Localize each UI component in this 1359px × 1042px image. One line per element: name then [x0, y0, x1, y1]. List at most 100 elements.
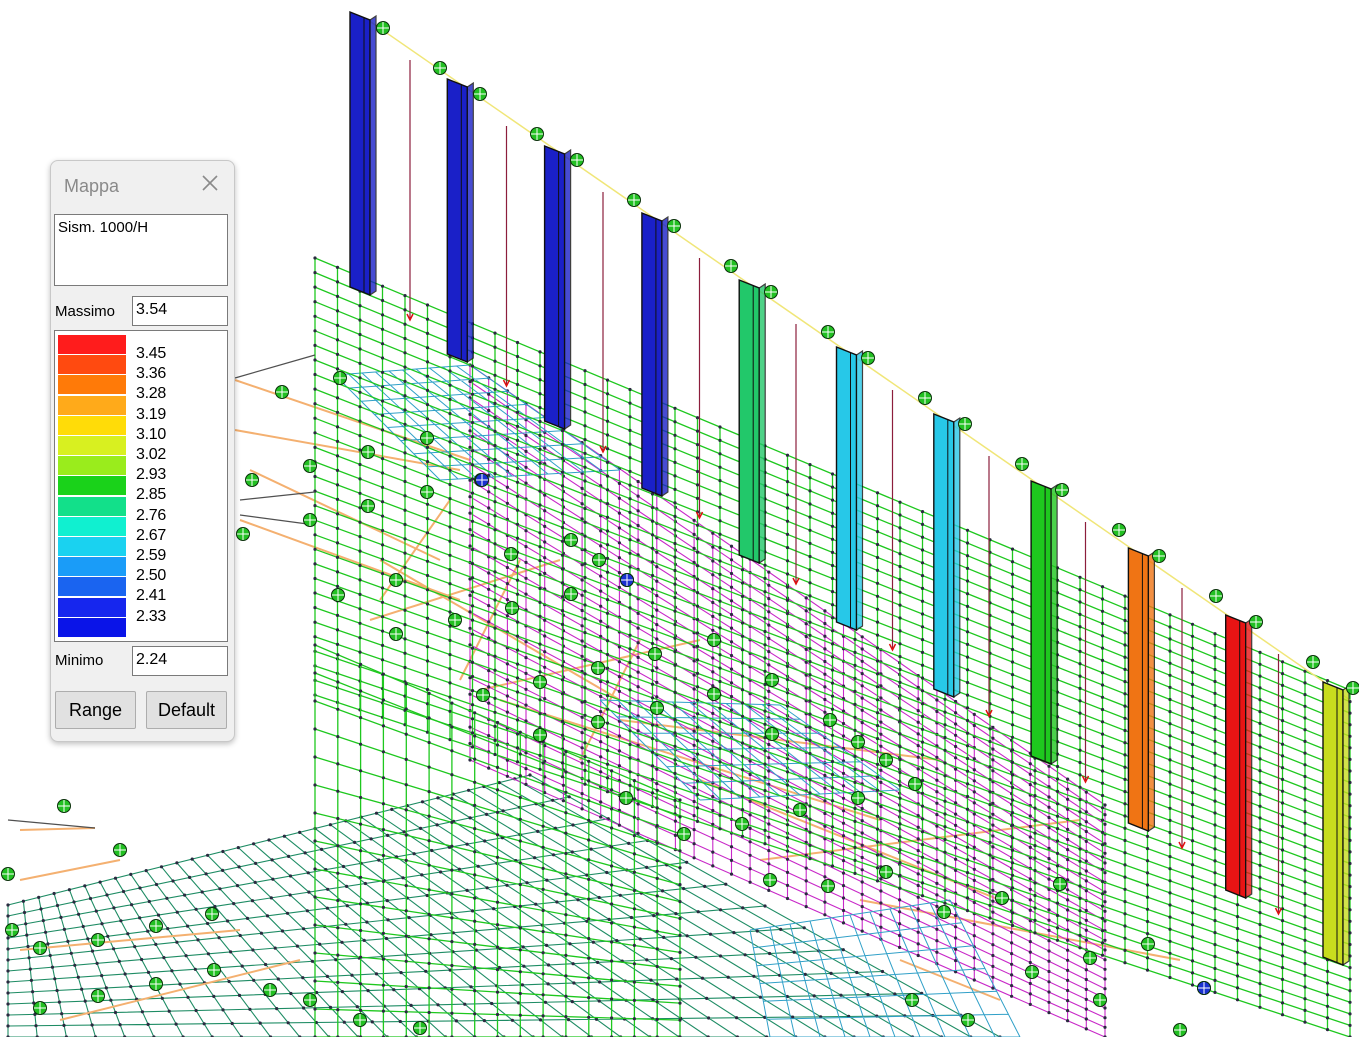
range-button[interactable]: Range	[55, 691, 136, 729]
node-sphere	[34, 1002, 47, 1015]
node-sphere	[246, 474, 259, 487]
column-flange	[1148, 552, 1154, 831]
node-sphere	[708, 634, 721, 647]
node-sphere	[505, 548, 518, 561]
legend-swatch	[58, 475, 126, 495]
node-sphere	[620, 792, 633, 805]
node-sphere	[304, 514, 317, 527]
column-face	[934, 414, 954, 697]
brace-line	[370, 560, 560, 620]
node-sphere	[959, 418, 972, 431]
default-button[interactable]: Default	[146, 691, 227, 729]
column-flange	[1246, 619, 1252, 898]
node-sphere	[678, 828, 691, 841]
column-face	[1128, 548, 1148, 831]
column	[447, 79, 473, 362]
legend-value: 2.93	[136, 467, 166, 483]
legend-swatch	[58, 455, 126, 475]
column-flange	[759, 284, 765, 563]
node-sphere	[114, 844, 127, 857]
column	[934, 414, 960, 697]
node-sphere	[1056, 484, 1069, 497]
node-sphere	[852, 736, 865, 749]
mappa-window[interactable]: Mappa Sism. 1000/H Massimo 3.54 3.453.36…	[50, 160, 235, 742]
node-sphere	[765, 286, 778, 299]
min-value-input[interactable]: 2.24	[132, 646, 228, 676]
node-sphere	[421, 486, 434, 499]
node-sphere	[34, 942, 47, 955]
node-sphere	[822, 326, 835, 339]
legend-swatch	[58, 516, 126, 536]
node-sphere	[237, 528, 250, 541]
legend-swatch	[58, 334, 126, 354]
node-sphere	[506, 602, 519, 615]
legend-value: 3.28	[136, 386, 166, 402]
node-sphere	[1198, 982, 1211, 995]
load-case-list[interactable]: Sism. 1000/H	[54, 214, 228, 286]
legend-swatch	[58, 354, 126, 374]
node-sphere	[938, 906, 951, 919]
node-sphere	[1250, 616, 1263, 629]
node-sphere	[1153, 550, 1166, 563]
node-sphere	[1113, 524, 1126, 537]
column-face	[837, 347, 857, 630]
column	[1128, 548, 1154, 831]
legend-value: 2.85	[136, 487, 166, 503]
node-sphere	[766, 674, 779, 687]
node-sphere	[571, 154, 584, 167]
node-sphere	[649, 648, 662, 661]
node-sphere	[668, 220, 681, 233]
column-flange	[565, 150, 571, 429]
node-sphere	[906, 994, 919, 1007]
node-sphere	[862, 352, 875, 365]
load-case-item[interactable]: Sism. 1000/H	[58, 219, 148, 236]
node-sphere	[6, 924, 19, 937]
legend-value: 2.50	[136, 568, 166, 584]
node-sphere	[2, 868, 15, 881]
truss-line	[235, 355, 315, 378]
column-face	[642, 213, 662, 496]
column-face	[1031, 481, 1051, 764]
node-sphere	[708, 688, 721, 701]
node-sphere	[592, 662, 605, 675]
max-label: Massimo	[55, 303, 115, 320]
column-flange	[467, 83, 473, 362]
node-sphere	[1307, 656, 1320, 669]
node-sphere	[421, 432, 434, 445]
node-sphere	[919, 392, 932, 405]
column-flange	[954, 418, 960, 697]
column	[1226, 615, 1252, 898]
node-sphere	[1174, 1024, 1187, 1037]
node-sphere	[264, 984, 277, 997]
node-sphere	[208, 964, 221, 977]
node-sphere	[880, 754, 893, 767]
node-sphere	[534, 729, 547, 742]
close-icon[interactable]	[198, 171, 222, 195]
column-face	[739, 280, 759, 563]
legend-value: 3.02	[136, 447, 166, 463]
legend-swatch	[58, 496, 126, 516]
color-scale-legend: 3.453.363.283.193.103.022.932.852.762.67…	[54, 330, 228, 642]
column-flange	[1343, 686, 1349, 965]
legend-value: 2.59	[136, 548, 166, 564]
column	[837, 347, 863, 630]
node-sphere	[852, 792, 865, 805]
brace-line	[20, 828, 95, 830]
mappa-title: Mappa	[64, 176, 119, 197]
column-flange	[370, 16, 376, 295]
node-sphere	[414, 1022, 427, 1035]
node-sphere	[304, 994, 317, 1007]
column-flange	[857, 351, 863, 630]
mappa-titlebar[interactable]: Mappa	[51, 161, 234, 211]
max-value-input[interactable]: 3.54	[132, 296, 228, 326]
node-sphere	[477, 689, 490, 702]
node-sphere	[390, 628, 403, 641]
node-sphere	[628, 194, 641, 207]
column	[739, 280, 765, 563]
node-sphere	[996, 892, 1009, 905]
legend-swatch	[58, 576, 126, 596]
column-face	[545, 146, 565, 429]
column	[1031, 481, 1057, 764]
legend-swatch	[58, 415, 126, 435]
node-sphere	[362, 446, 375, 459]
